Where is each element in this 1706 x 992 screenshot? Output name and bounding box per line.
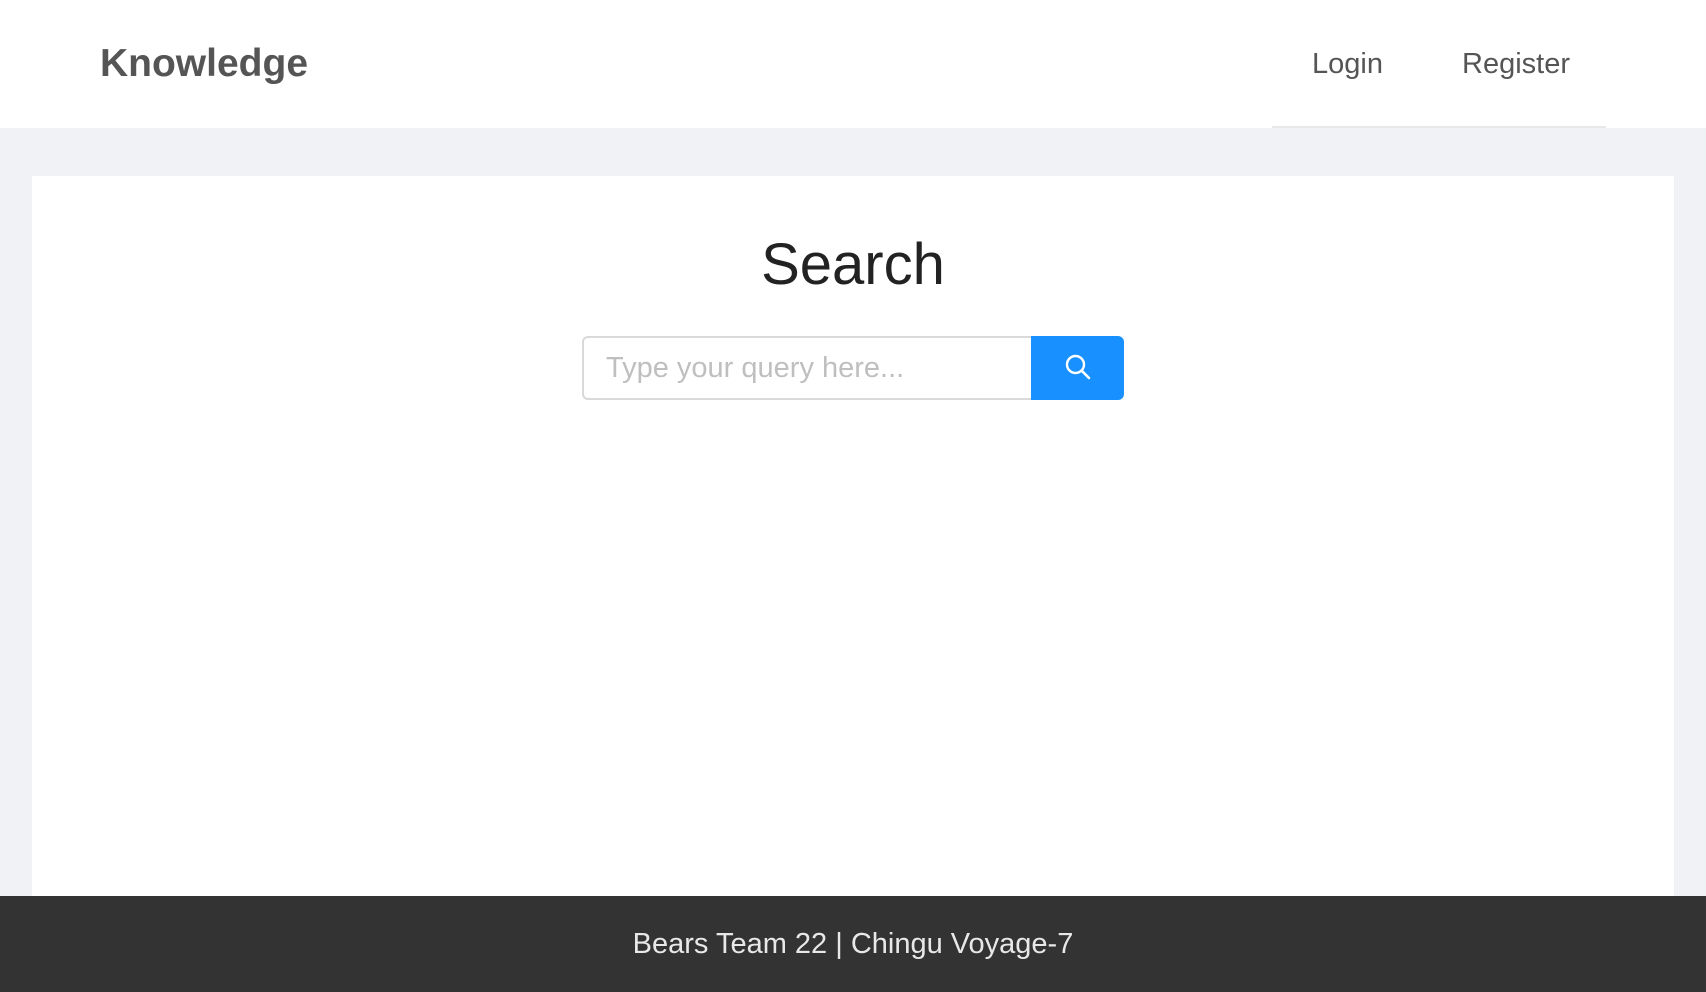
search-button[interactable]: [1031, 336, 1124, 400]
header: Knowledge Login Register: [0, 0, 1706, 128]
page-title: Search: [761, 232, 945, 297]
nav-register-link[interactable]: Register: [1422, 0, 1570, 128]
nav-menu: Login Register: [1272, 0, 1606, 128]
logo[interactable]: Knowledge: [100, 40, 308, 88]
footer-text: Bears Team 22 | Chingu Voyage-7: [632, 927, 1074, 960]
main-content: Search: [32, 176, 1674, 896]
footer: Bears Team 22 | Chingu Voyage-7: [0, 896, 1706, 992]
search-bar: [582, 336, 1124, 400]
search-icon: [1064, 353, 1092, 384]
search-input[interactable]: [582, 336, 1031, 400]
nav-login-link[interactable]: Login: [1272, 0, 1422, 128]
